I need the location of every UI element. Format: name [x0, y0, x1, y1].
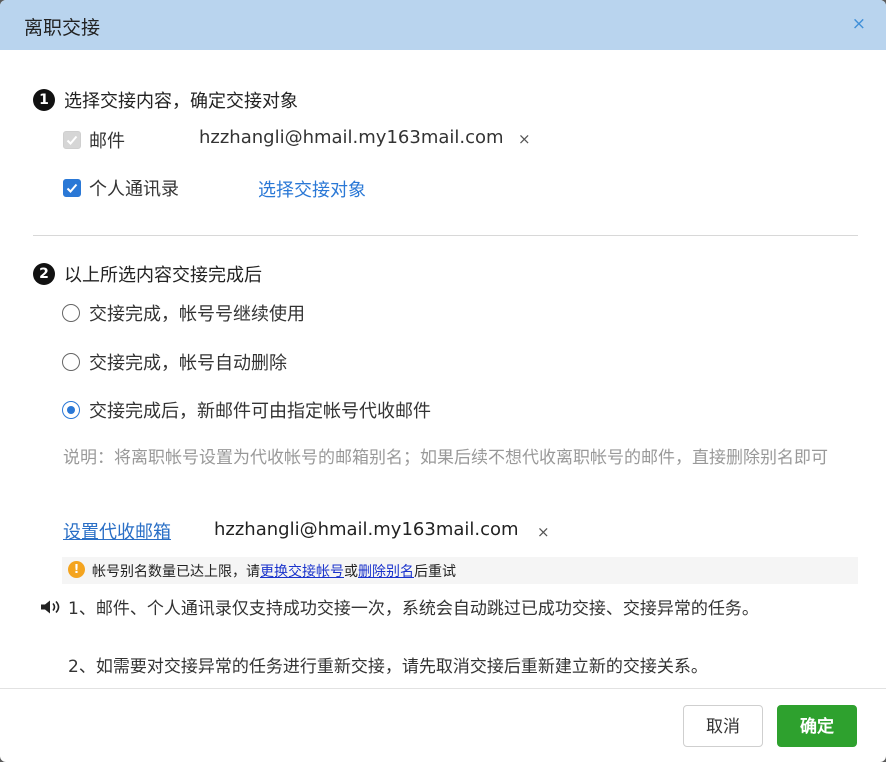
- mail-account: hzzhangli@hmail.my163mail.com: [199, 127, 504, 148]
- step-1-badge: 1: [33, 89, 55, 111]
- section2-title: 以上所选内容交接完成后: [64, 265, 262, 286]
- warning-text-mid: 或: [344, 564, 358, 580]
- alias-limit-warning: ! 帐号别名数量已达上限，请更换交接帐号或删除别名后重试: [62, 557, 858, 584]
- remove-proxy-account-icon[interactable]: ×: [537, 523, 550, 541]
- confirm-button[interactable]: 确定: [777, 705, 857, 747]
- option-delete-account-radio[interactable]: [62, 353, 80, 371]
- dialog-titlebar: 离职交接 ×: [0, 0, 886, 50]
- mail-label: 邮件: [89, 131, 125, 152]
- handover-dialog: 离职交接 × 1 选择交接内容，确定交接对象 邮件 hzzhangli@hmai…: [0, 0, 886, 762]
- warning-text-after: 后重试: [414, 564, 456, 580]
- warning-icon: !: [68, 561, 85, 578]
- set-proxy-mailbox-link[interactable]: 设置代收邮箱: [63, 518, 171, 544]
- select-target-link[interactable]: 选择交接对象: [258, 176, 366, 202]
- step-2-badge: 2: [33, 263, 55, 285]
- dialog-title: 离职交接: [24, 17, 101, 39]
- section1-title: 选择交接内容，确定交接对象: [64, 91, 298, 112]
- contacts-label: 个人通讯录: [89, 179, 179, 200]
- option-proxy-mail-label[interactable]: 交接完成后，新邮件可由指定帐号代收邮件: [89, 397, 431, 423]
- option-delete-account-label[interactable]: 交接完成，帐号自动删除: [89, 349, 287, 375]
- footer-divider: [0, 688, 886, 689]
- option-keep-account-radio[interactable]: [62, 304, 80, 322]
- proxy-account: hzzhangli@hmail.my163mail.com: [214, 519, 519, 540]
- warning-text: 帐号别名数量已达上限，请更换交接帐号或删除别名后重试: [92, 561, 456, 581]
- tip-line-1: 1、邮件、个人通讯录仅支持成功交接一次，系统会自动跳过已成功交接、交接异常的任务…: [68, 599, 759, 619]
- change-handover-account-link[interactable]: 更换交接帐号: [260, 564, 344, 580]
- option-proxy-mail-radio[interactable]: [62, 401, 80, 419]
- close-icon[interactable]: ×: [852, 14, 866, 34]
- section-divider: [33, 235, 858, 236]
- speaker-icon: [40, 599, 62, 618]
- mail-checkbox[interactable]: [63, 131, 81, 149]
- delete-alias-link[interactable]: 删除别名: [358, 564, 414, 580]
- remove-mail-account-icon[interactable]: ×: [518, 130, 531, 148]
- warning-text-before: 帐号别名数量已达上限，请: [92, 564, 260, 580]
- option-keep-account-label[interactable]: 交接完成，帐号号继续使用: [89, 300, 305, 326]
- cancel-button[interactable]: 取消: [683, 705, 763, 747]
- proxy-note: 说明：将离职帐号设置为代收帐号的邮箱别名；如果后续不想代收离职帐号的邮件，直接删…: [63, 448, 828, 468]
- contacts-checkbox[interactable]: [63, 179, 81, 197]
- tip-line-2: 2、如需要对交接异常的任务进行重新交接，请先取消交接后重新建立新的交接关系。: [68, 657, 708, 677]
